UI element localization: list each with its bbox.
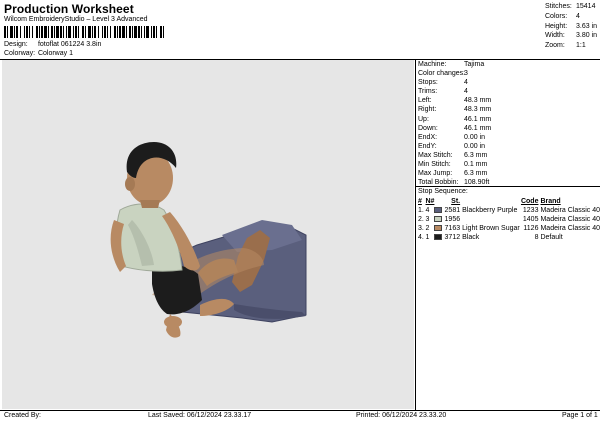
col-num: # xyxy=(418,198,422,205)
stat-height: Height: 3.63 in xyxy=(545,22,598,30)
stat-colors: Colors: 4 xyxy=(545,12,580,20)
table-row: 1. 4 2581 Blackberry Purple 1233 Madeira… xyxy=(418,207,600,214)
col-brand: Brand xyxy=(540,198,561,205)
detail-endy: EndY: 0.00 in xyxy=(418,142,486,150)
detail-right: Right: 48.3 mm xyxy=(418,106,492,114)
detail-machine: Machine: Tajima xyxy=(418,61,485,68)
column-divider xyxy=(415,60,416,410)
worksheet-page: Production Worksheet Wilcom EmbroiderySt… xyxy=(0,0,600,424)
colorway-row: Colorway: Colorway 1 xyxy=(4,50,73,57)
stat-stitches: Stitches: 15414 xyxy=(545,3,596,10)
page-title: Production Worksheet xyxy=(4,2,134,16)
detail-up: Up: 46.1 mm xyxy=(418,115,492,123)
color-swatch xyxy=(434,216,443,223)
summary-stats: Stitches: 15414 Colors: 4 Height: 3.63 in W… xyxy=(545,2,597,51)
stop-sequence: Stop Sequence: # N# St. Code Brand 1. 4 xyxy=(418,188,600,242)
detail-max-jump: Max Jump: 6.3 mm xyxy=(418,170,488,178)
detail-down: Down: 46.1 mm xyxy=(418,124,492,132)
design-value: fotoflat 061224 3.8in xyxy=(37,41,102,48)
col-code: Code xyxy=(520,198,539,205)
design-preview xyxy=(2,60,414,409)
stop-sequence-title: Stop Sequence: xyxy=(418,188,468,195)
col-swatch xyxy=(434,197,444,206)
stat-width: Width: 3.80 in xyxy=(545,32,598,40)
machine-details: Machine: Tajima Color changes:3 Stops: 4 T… xyxy=(418,60,600,187)
printed-date: Printed: 06/12/2024 23.33.20 xyxy=(356,412,447,419)
page-number: Page 1 of 1 xyxy=(562,412,598,419)
detail-endx: EndX: 0.00 in xyxy=(418,133,486,141)
created-by: Created By: xyxy=(4,412,41,419)
color-swatch xyxy=(434,207,443,214)
table-row: 4. 1 3712 Black 8 Default xyxy=(418,234,563,241)
design-label: Design: xyxy=(4,41,28,48)
stop-sequence-header: # N# St. Code Brand xyxy=(418,197,600,206)
detail-color-changes: Color changes:3 xyxy=(418,70,468,78)
colorway-label: Colorway: xyxy=(4,50,36,57)
col-name xyxy=(462,197,521,206)
table-row: 2. 3 1956 1405 Madeira Classic 40 xyxy=(418,216,600,223)
detail-max-stitch: Max Stitch: 6.3 mm xyxy=(418,151,488,159)
color-swatch xyxy=(434,225,443,232)
detail-stops: Stops: 4 xyxy=(418,79,468,87)
barcode xyxy=(4,26,164,38)
design-row: Design: fotoflat 061224 3.8in xyxy=(4,41,101,48)
stop-sequence-table: # N# St. Code Brand 1. 4 2581 Blackberry… xyxy=(418,197,600,242)
embroidery-design-image xyxy=(110,142,307,338)
stat-zoom: Zoom: 1:1 xyxy=(545,42,586,50)
col-st: St. xyxy=(451,198,461,205)
last-saved: Last Saved: 06/12/2024 23.33.17 xyxy=(148,412,252,419)
detail-trims: Trims: 4 xyxy=(418,88,468,96)
detail-min-stitch: Min Stitch: 0.1 mm xyxy=(418,161,488,169)
col-n: N# xyxy=(425,198,435,205)
detail-left: Left: 48.3 mm xyxy=(418,97,492,105)
footer-divider xyxy=(0,410,600,411)
color-swatch xyxy=(434,234,443,241)
software-subtitle: Wilcom EmbroideryStudio – Level 3 Advanc… xyxy=(4,16,148,23)
table-row: 3. 2 7163 Light Brown Sugar 1126 Madeira… xyxy=(418,225,600,232)
colorway-value: Colorway 1 xyxy=(37,50,73,57)
